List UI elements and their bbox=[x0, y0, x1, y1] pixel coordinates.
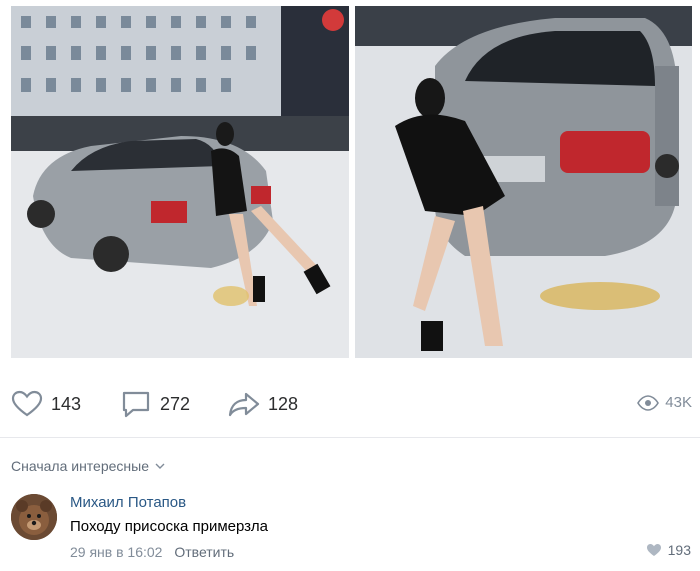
comments-count: 272 bbox=[160, 393, 191, 414]
post-photos bbox=[0, 0, 700, 362]
comment-button[interactable]: 272 bbox=[120, 390, 190, 418]
comments-sort-dropdown[interactable]: Сначала интересные bbox=[11, 458, 165, 474]
chevron-down-icon bbox=[155, 463, 165, 469]
divider bbox=[0, 437, 700, 438]
sort-label: Сначала интересные bbox=[11, 458, 149, 474]
share-button[interactable]: 128 bbox=[228, 390, 298, 418]
views-count: 43K bbox=[665, 394, 692, 411]
comment-like-button[interactable]: 193 bbox=[646, 542, 691, 558]
post-photo-2[interactable] bbox=[355, 6, 692, 358]
share-icon bbox=[228, 392, 260, 417]
comment-meta: 29 янв в 16:02 Ответить bbox=[70, 544, 234, 560]
views-counter: 43K bbox=[637, 394, 692, 411]
likes-count: 143 bbox=[51, 393, 82, 414]
comment-author-link[interactable]: Михаил Потапов bbox=[70, 494, 186, 511]
comment-text: Походу присоска примерзла bbox=[70, 518, 268, 535]
comment-icon bbox=[122, 391, 150, 418]
heart-icon bbox=[11, 390, 43, 417]
comment-likes-count: 193 bbox=[667, 542, 691, 558]
avatar[interactable] bbox=[11, 494, 57, 540]
comment-item: Михаил Потапов Походу присоска примерзла… bbox=[11, 490, 691, 566]
post-photo-1[interactable] bbox=[11, 6, 349, 358]
small-heart-icon bbox=[646, 544, 661, 556]
reply-button[interactable]: Ответить bbox=[174, 544, 234, 560]
bear-avatar-image bbox=[11, 494, 57, 540]
post-actions: 143 272 128 43K bbox=[0, 380, 700, 428]
eye-icon bbox=[637, 394, 660, 411]
like-button[interactable]: 143 bbox=[11, 390, 81, 418]
comment-date[interactable]: 29 янв в 16:02 bbox=[70, 544, 162, 560]
shares-count: 128 bbox=[268, 393, 299, 414]
